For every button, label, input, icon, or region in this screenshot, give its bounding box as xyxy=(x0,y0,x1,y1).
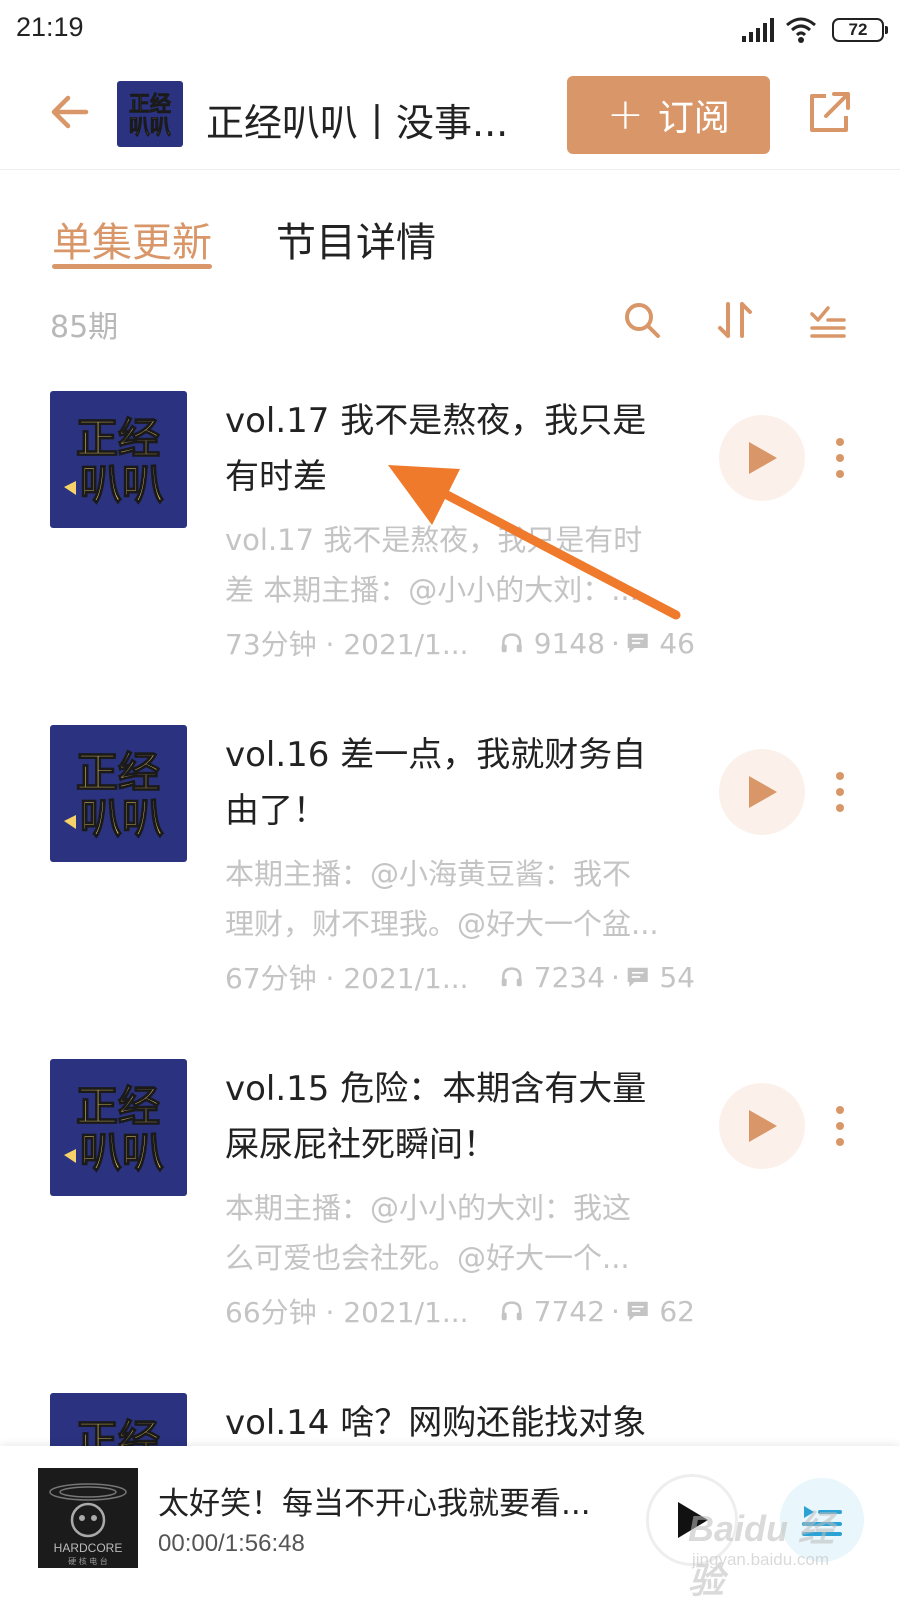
episode-title: vol.17 我不是熬夜，我只是 有时差 xyxy=(225,401,647,497)
episode-cover: 正经 xyxy=(50,1393,187,1446)
headphone-icon xyxy=(502,967,523,987)
back-arrow-icon[interactable] xyxy=(46,90,90,134)
episode-title: vol.16 差一点，我就财务自 由了！ xyxy=(225,735,647,831)
podcast-header: 正经 叭叭 正经叭叭丨没事... + 订阅 xyxy=(0,62,900,170)
baidu-watermark: Baidu 经验 jingyan.baidu.com xyxy=(688,1508,835,1600)
comment-icon xyxy=(627,1301,648,1322)
headphone-icon xyxy=(502,633,523,653)
now-playing-title: 太好笑！每当不开心我就要看... xyxy=(158,1486,591,1522)
more-options-icon[interactable] xyxy=(834,437,846,479)
share-icon[interactable] xyxy=(806,90,852,136)
play-count: 7742 xyxy=(533,1294,606,1328)
filter-list-icon[interactable] xyxy=(808,300,848,340)
episode-cover: 正经 叭叭 xyxy=(50,725,187,862)
episode-description: vol.17 我不是熬夜，我只是有时 差 本期主播：@小小的大刘：... xyxy=(225,523,643,607)
episode-duration-date: 67分钟 · 2021/1... xyxy=(225,962,469,995)
svg-text:叭叭: 叭叭 xyxy=(80,1128,164,1177)
svg-text:正经: 正经 xyxy=(76,414,160,463)
play-icon xyxy=(749,442,777,474)
wifi-icon xyxy=(786,17,816,43)
active-tab-indicator xyxy=(52,264,212,269)
tab-program-details[interactable]: 节目详情 xyxy=(276,210,436,268)
play-count: 7234 xyxy=(533,960,606,994)
play-count: 9148 xyxy=(533,626,606,660)
episode-meta: 73分钟 · 2021/1... 9148 · 46 xyxy=(225,623,695,663)
status-time: 21:19 xyxy=(16,12,84,42)
podcast-logo: 正经 叭叭 xyxy=(117,81,183,147)
episode-item[interactable]: 正经 叭叭 vol.17 我不是熬夜，我只是 有时差 vol.17 我不是熬夜，… xyxy=(0,391,900,731)
more-options-icon[interactable] xyxy=(834,1105,846,1147)
svg-text:正经: 正经 xyxy=(129,92,171,116)
episode-cover: 正经 叭叭 xyxy=(50,391,187,528)
signal-icon xyxy=(742,18,774,42)
comment-count: 62 xyxy=(659,1294,695,1328)
episode-duration-date: 73分钟 · 2021/1... xyxy=(225,628,469,661)
podcast-title: 正经叭叭丨没事... xyxy=(206,101,509,145)
episode-item[interactable]: 正经 叭叭 vol.15 危险：本期含有大量 屎尿屁社死瞬间！ 本期主播：@小小… xyxy=(0,1059,900,1399)
svg-text:叭叭: 叭叭 xyxy=(80,460,164,509)
episode-item[interactable]: 正经 vol.14 啥？网购还能找对象 xyxy=(0,1393,900,1446)
episode-meta: 66分钟 · 2021/1... 7742 · 62 xyxy=(225,1291,695,1331)
episode-title: vol.15 危险：本期含有大量 屎尿屁社死瞬间！ xyxy=(225,1069,647,1165)
comment-icon xyxy=(627,633,648,654)
svg-text:正经: 正经 xyxy=(76,1082,160,1131)
svg-text:叭叭: 叭叭 xyxy=(80,794,164,843)
episode-cover: 正经 叭叭 xyxy=(50,1059,187,1196)
svg-text:正经: 正经 xyxy=(76,748,160,797)
svg-text:叭叭: 叭叭 xyxy=(129,115,171,139)
tab-bar: 单集更新 节目详情 xyxy=(0,200,900,280)
play-icon xyxy=(749,1110,777,1142)
episode-play-button[interactable] xyxy=(719,415,805,501)
playback-progress: 00:00/1:56:48 xyxy=(158,1530,305,1557)
tab-episodes[interactable]: 单集更新 xyxy=(52,210,212,268)
episode-count: 85期 xyxy=(50,310,119,345)
headphone-icon xyxy=(502,1301,523,1321)
episode-play-button[interactable] xyxy=(719,749,805,835)
sort-icon[interactable] xyxy=(716,300,756,340)
search-icon[interactable] xyxy=(622,300,662,340)
plus-icon: + xyxy=(607,89,644,140)
episode-item[interactable]: 正经 叭叭 vol.16 差一点，我就财务自 由了！ 本期主播：@小海黄豆酱：我… xyxy=(0,725,900,1065)
status-bar: 21:19 72 xyxy=(0,0,900,62)
episode-toolbar: 85期 xyxy=(0,296,900,352)
comment-icon xyxy=(627,967,648,988)
svg-text:HARDCORE: HARDCORE xyxy=(54,1541,123,1555)
svg-text:硬 核 电 台: 硬 核 电 台 xyxy=(68,1556,108,1566)
episode-description: 本期主播：@小小的大刘：我这 么可爱也会社死。@好大一个... xyxy=(225,1191,632,1275)
episode-title: vol.14 啥？网购还能找对象 xyxy=(225,1403,647,1443)
play-icon xyxy=(749,776,777,808)
comment-count: 54 xyxy=(659,960,695,994)
more-options-icon[interactable] xyxy=(834,771,846,813)
episode-meta: 67分钟 · 2021/1... 7234 · 54 xyxy=(225,957,695,997)
episode-duration-date: 66分钟 · 2021/1... xyxy=(225,1296,469,1329)
comment-count: 46 xyxy=(659,626,695,660)
subscribe-label: 订阅 xyxy=(657,98,730,139)
battery-icon: 72 xyxy=(832,18,888,42)
svg-text:正经: 正经 xyxy=(76,1416,160,1446)
episode-description: 本期主播：@小海黄豆酱：我不 理财，财不理我。@好大一个盆... xyxy=(225,857,659,941)
episode-play-button[interactable] xyxy=(719,1083,805,1169)
now-playing-cover: HARDCORE 硬 核 电 台 xyxy=(38,1468,138,1568)
subscribe-button[interactable]: + 订阅 xyxy=(567,76,770,154)
